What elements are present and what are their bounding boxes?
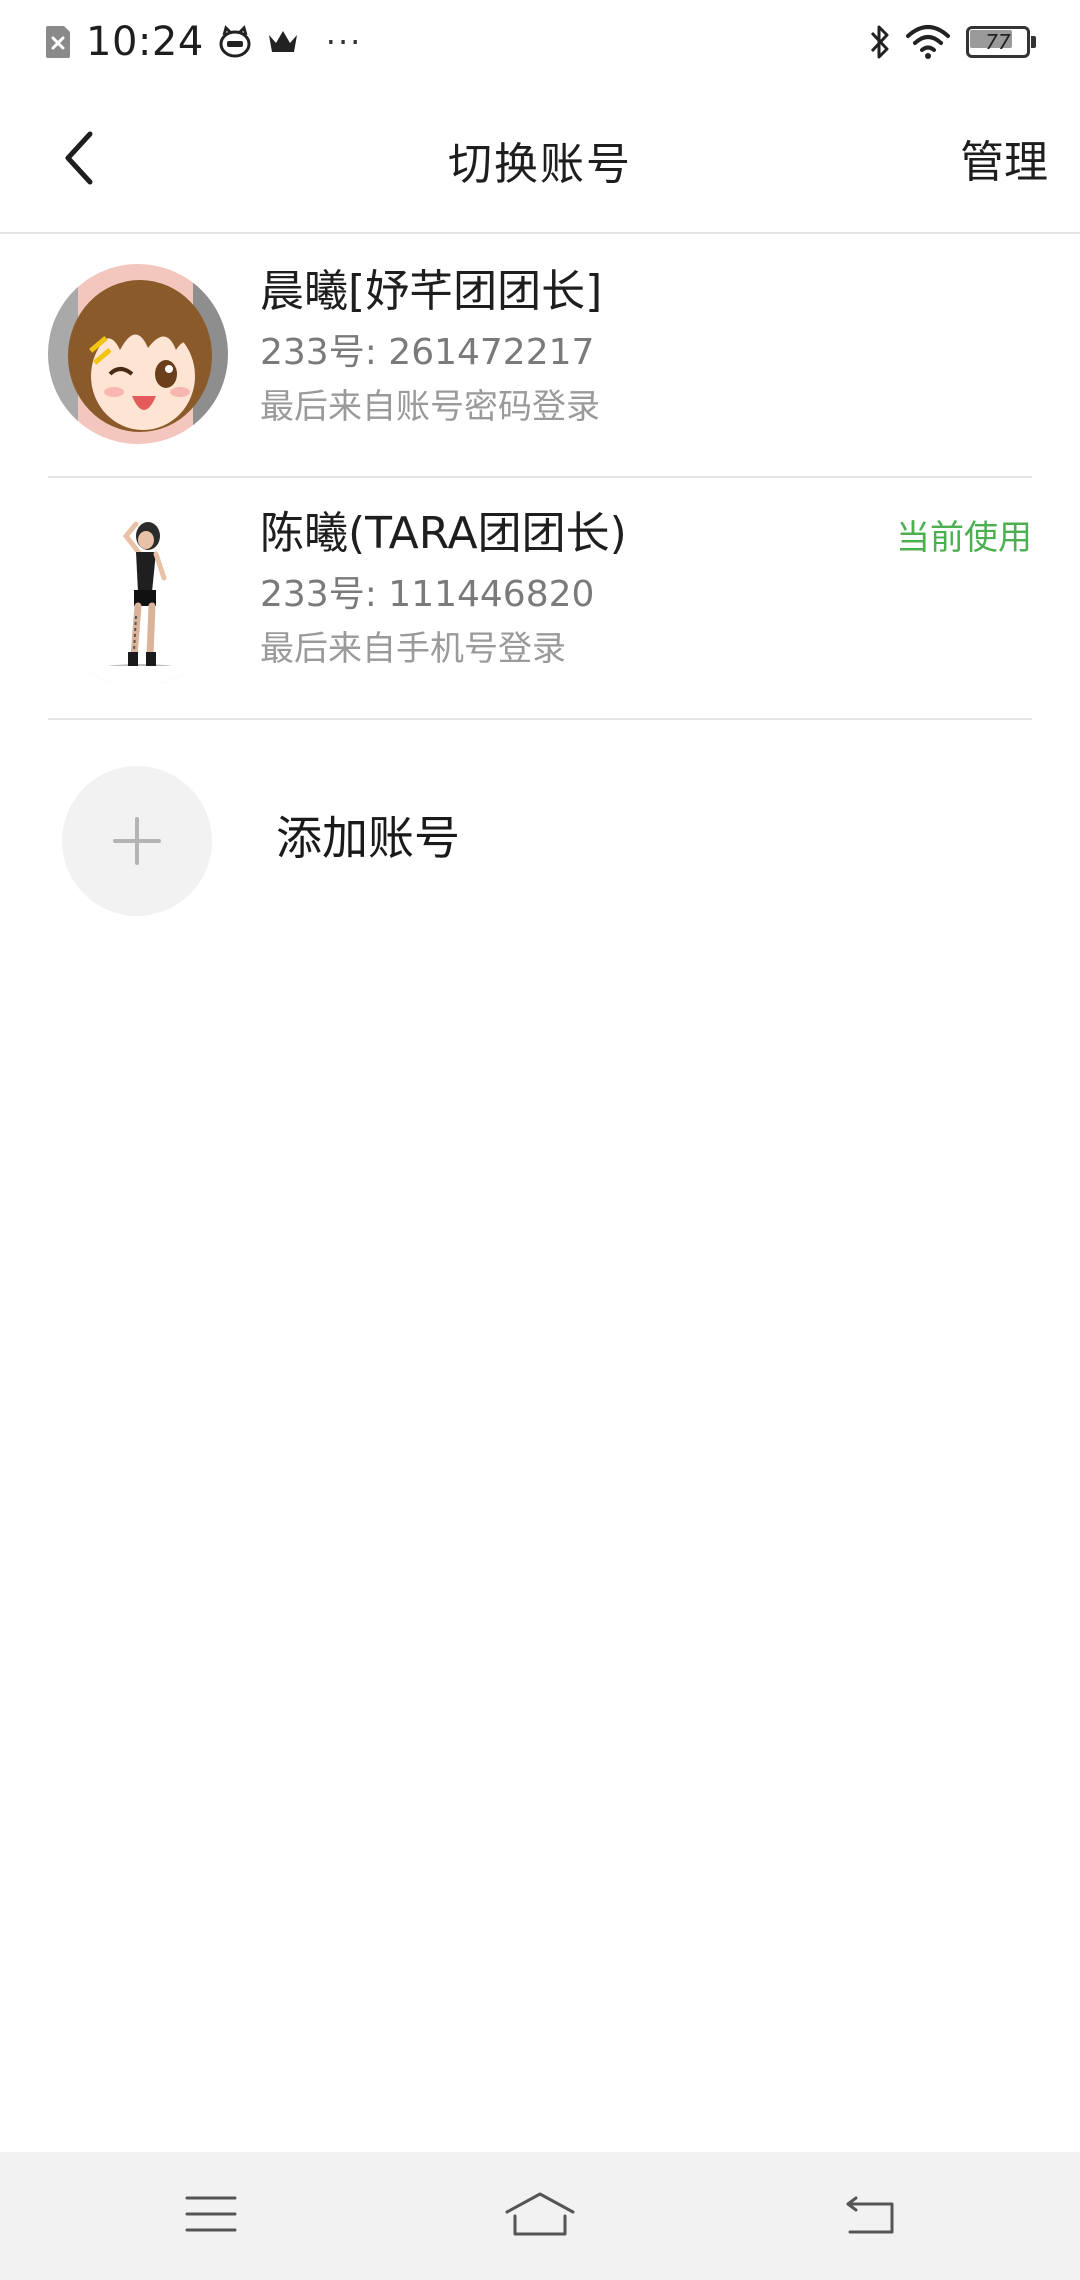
account-id: 233号: 261472217 [260,332,595,373]
account-item[interactable]: 晨曦[妤芊团团长] 233号: 261472217 最后来自账号密码登录 [48,236,1032,478]
more-notifications-icon: ··· [325,23,363,61]
clock-time: 10:24 [86,19,204,65]
account-id: 233号: 111446820 [260,574,595,615]
anime-girl-avatar [48,264,228,444]
app-cat-icon [219,25,251,58]
account-name: 晨曦[妤芊团团长] [260,266,603,317]
menu-button[interactable] [171,2182,251,2246]
plus-icon [113,817,161,865]
battery-icon: 77 [966,26,1036,58]
status-bar: 10:24 ··· 77 [0,0,1080,84]
status-right: 77 [854,20,1036,64]
add-account-circle [62,766,212,916]
home-icon [505,2192,575,2236]
manage-button[interactable]: 管理 [960,126,1048,190]
back-icon [846,2196,894,2234]
add-account-button[interactable]: 添加账号 [48,720,1032,920]
account-info: 晨曦[妤芊团团长] 233号: 261472217 最后来自账号密码登录 [260,262,602,430]
nav-back-button[interactable] [830,2182,910,2246]
account-last-login: 最后来自手机号登录 [260,629,566,669]
account-list: 晨曦[妤芊团团长] 233号: 261472217 最后来自账号密码登录 陈曦(… [0,236,1080,920]
bluetooth-icon [870,25,889,59]
home-button[interactable] [500,2182,580,2246]
status-left: 10:24 ··· [44,18,362,66]
sim-blocked-icon [46,26,70,58]
current-account-badge: 当前使用 [896,518,1032,558]
account-item[interactable]: 陈曦(TARA团团长) 233号: 111446820 最后来自手机号登录 当前… [48,478,1032,720]
add-account-label: 添加账号 [276,811,460,865]
crown-icon [268,31,297,52]
menu-icon [185,2196,237,2232]
system-nav-bar [0,2152,1080,2280]
wifi-icon [906,25,950,59]
account-info: 陈曦(TARA团团长) 233号: 111446820 最后来自手机号登录 [260,504,627,672]
battery-level: 77 [985,30,1011,54]
page-title: 切换账号 [448,139,632,190]
figure-avatar [48,506,228,686]
account-last-login: 最后来自账号密码登录 [260,387,600,427]
header-bar: 切换账号 管理 [0,84,1080,234]
account-name: 陈曦(TARA团团长) [260,508,627,559]
